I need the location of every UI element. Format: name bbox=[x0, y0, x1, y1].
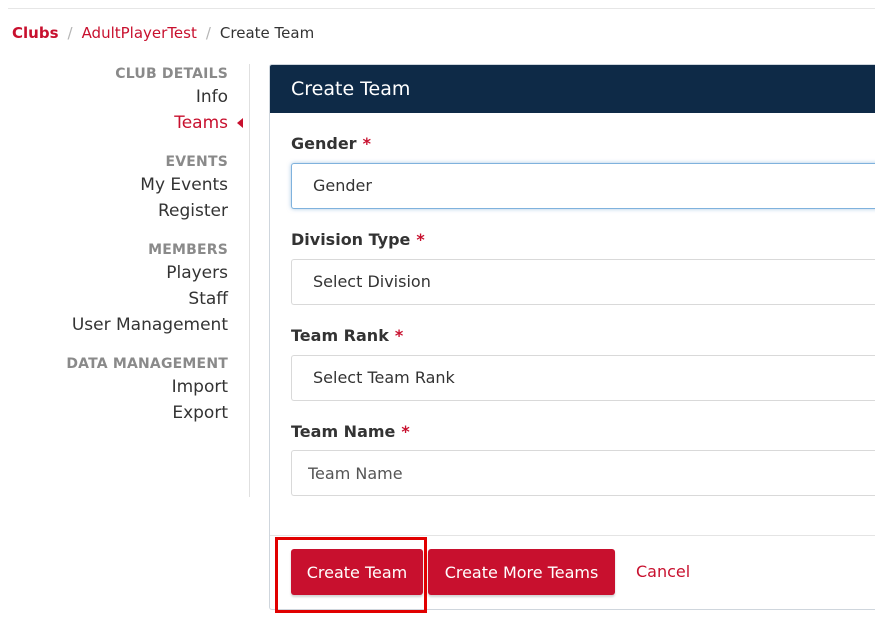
team-rank-label: Team Rank * bbox=[291, 326, 403, 346]
sidebar-item-players[interactable]: Players bbox=[0, 260, 228, 286]
required-marker: * bbox=[401, 422, 410, 441]
division-type-label: Division Type * bbox=[291, 230, 425, 250]
create-team-button[interactable]: Create Team bbox=[291, 549, 423, 595]
sidebar-section-data-management: DATA MANAGEMENT bbox=[66, 356, 228, 372]
gender-label-text: Gender bbox=[291, 134, 357, 153]
team-name-label: Team Name * bbox=[291, 422, 410, 442]
sidebar-item-user-management[interactable]: User Management bbox=[0, 312, 228, 338]
team-rank-select[interactable]: Select Team Rank bbox=[291, 355, 875, 401]
breadcrumb-current: Create Team bbox=[219, 24, 315, 42]
sidebar-nav: CLUB DETAILS Info Teams EVENTS My Events… bbox=[0, 64, 250, 497]
sidebar-item-my-events[interactable]: My Events bbox=[0, 172, 228, 198]
cancel-link[interactable]: Cancel bbox=[636, 549, 690, 595]
gender-label: Gender * bbox=[291, 134, 371, 154]
sidebar-item-staff[interactable]: Staff bbox=[0, 286, 228, 312]
team-name-input[interactable] bbox=[291, 450, 875, 496]
card-title: Create Team bbox=[270, 65, 875, 113]
required-marker: * bbox=[362, 134, 371, 153]
create-team-card: Create Team Gender * Gender Division Type… bbox=[269, 64, 875, 610]
required-marker: * bbox=[394, 326, 404, 345]
sidebar-item-register[interactable]: Register bbox=[0, 198, 228, 224]
gender-select[interactable]: Gender bbox=[291, 163, 875, 209]
breadcrumb-clubs-link[interactable]: Clubs bbox=[12, 24, 59, 42]
sidebar-item-export[interactable]: Export bbox=[0, 400, 228, 426]
sidebar-section-club-details: CLUB DETAILS bbox=[115, 66, 228, 82]
create-more-teams-button[interactable]: Create More Teams bbox=[428, 549, 615, 595]
required-marker: * bbox=[416, 230, 425, 249]
breadcrumb-club-link[interactable]: AdultPlayerTest bbox=[82, 24, 197, 42]
sidebar-section-members: MEMBERS bbox=[148, 242, 228, 258]
breadcrumb-separator: / bbox=[205, 24, 211, 42]
top-divider bbox=[8, 8, 875, 9]
sidebar-item-import[interactable]: Import bbox=[0, 374, 228, 400]
breadcrumb-separator: / bbox=[67, 24, 73, 42]
division-type-label-text: Division Type bbox=[291, 230, 411, 249]
sidebar-item-teams[interactable]: Teams bbox=[0, 110, 243, 136]
team-name-label-text: Team Name bbox=[291, 422, 396, 441]
team-rank-label-text: Team Rank bbox=[291, 326, 389, 345]
division-type-select[interactable]: Select Division bbox=[291, 259, 875, 305]
create-team-form: Gender * Gender Division Type * Select Div… bbox=[270, 113, 875, 535]
sidebar-section-events: EVENTS bbox=[165, 154, 228, 170]
breadcrumb: Clubs / AdultPlayerTest / Create Team bbox=[12, 23, 314, 43]
form-actions: Create Team Create More Teams Cancel bbox=[270, 535, 875, 609]
sidebar-item-info[interactable]: Info bbox=[0, 84, 228, 110]
